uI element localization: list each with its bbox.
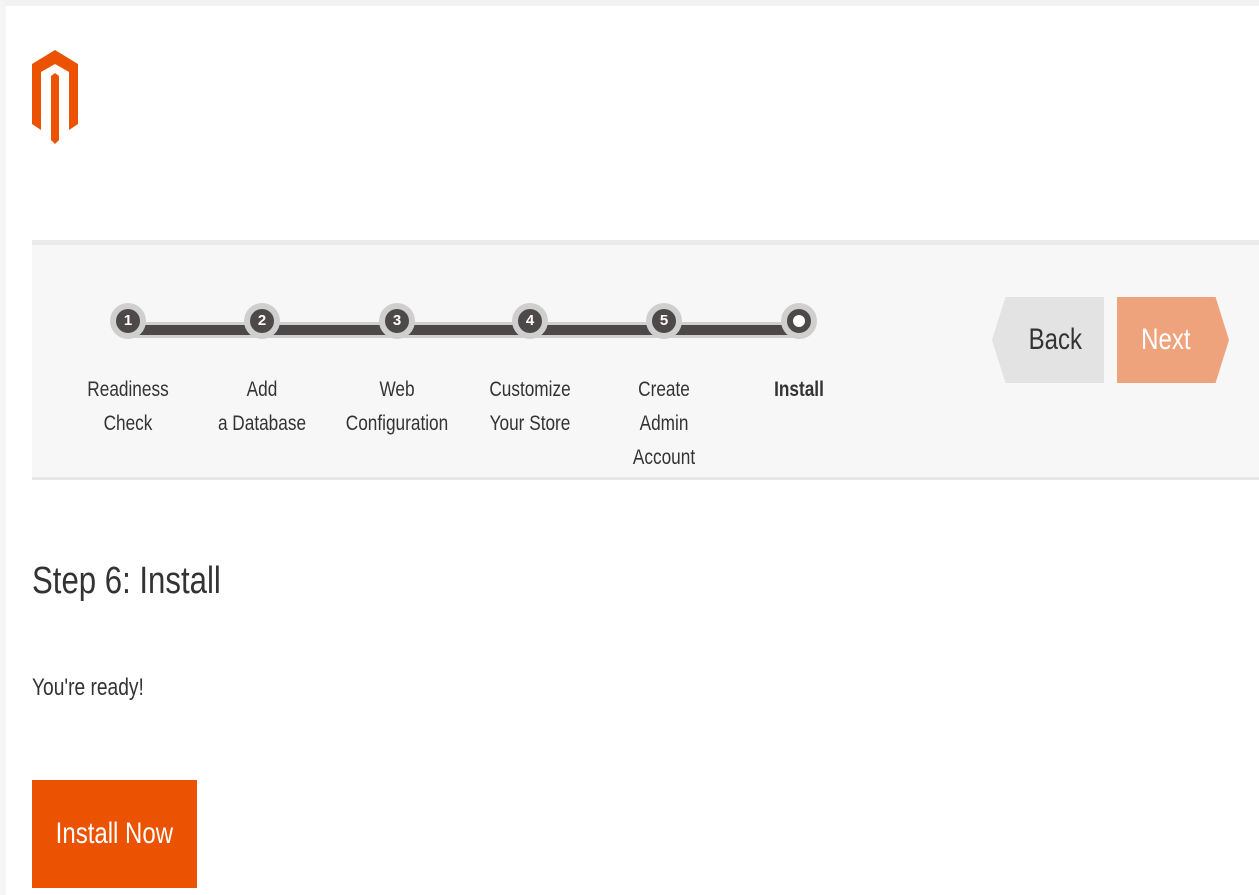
step-label: Customize Your Store: [473, 373, 588, 441]
step-indicator: 3: [379, 303, 415, 339]
install-now-button[interactable]: Install Now: [32, 780, 197, 888]
step-label-line: a Database: [217, 412, 307, 435]
step-label: Readiness Check: [71, 373, 186, 441]
step-label: Create Admin Account: [607, 373, 722, 475]
step-label-line: Add: [246, 378, 278, 401]
step-label: Add a Database: [205, 373, 320, 441]
step-number: 5: [652, 309, 676, 333]
step-label: Install: [742, 373, 857, 407]
step-indicator: 2: [244, 303, 280, 339]
ready-message: You're ready!: [32, 674, 144, 701]
step-indicator: 1: [110, 303, 146, 339]
next-button[interactable]: Next: [1117, 297, 1229, 383]
step-label-line: Customize: [489, 378, 571, 401]
step-label-line: Admin Account: [632, 412, 696, 469]
step-number: 2: [250, 309, 274, 333]
step-number: 4: [518, 309, 542, 333]
install-now-label: Install Now: [55, 817, 174, 850]
step-number: [787, 309, 811, 333]
progress-track: [124, 325, 798, 335]
magento-logo-icon: [32, 50, 78, 144]
back-button-label: Back: [1028, 323, 1082, 356]
step-indicator: 4: [512, 303, 548, 339]
step-label-line: Create: [638, 378, 690, 401]
step-number: 1: [116, 309, 140, 333]
step-label-line: Install: [774, 378, 824, 401]
back-button[interactable]: Back: [992, 297, 1104, 383]
step-label-line: Web: [379, 378, 415, 401]
step-label-line: Your Store: [489, 412, 571, 435]
step-label-line: Configuration: [345, 412, 449, 435]
page-title: Step 6: Install: [32, 560, 221, 602]
step-indicator-current: [781, 303, 817, 339]
step-label: Web Configuration: [340, 373, 455, 441]
next-button-label: Next: [1141, 323, 1191, 356]
step-label-line: Readiness: [87, 378, 169, 401]
step-indicator: 5: [646, 303, 682, 339]
step-number: 3: [385, 309, 409, 333]
step-label-line: Check: [103, 412, 153, 435]
